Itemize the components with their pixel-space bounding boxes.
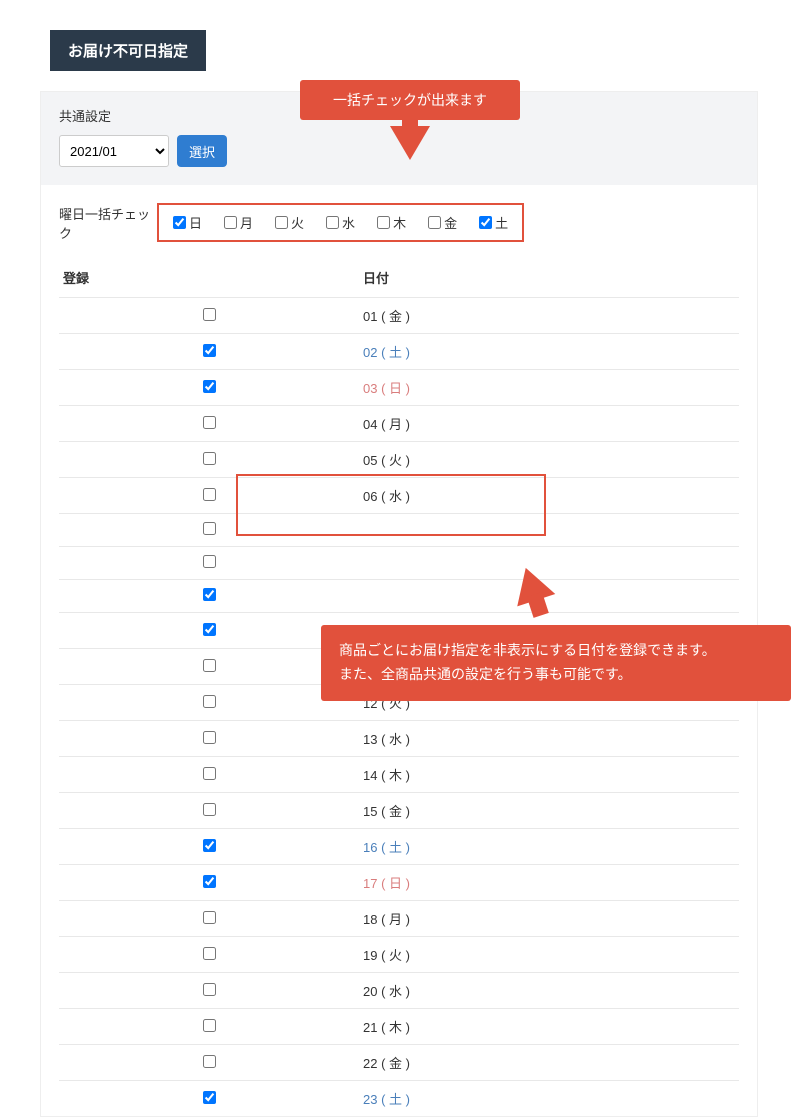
row-checkbox[interactable]	[203, 1091, 216, 1104]
row-date-label: 06 ( 水 )	[359, 478, 739, 514]
arrow-down-icon	[390, 126, 430, 160]
weekday-checkbox[interactable]	[428, 216, 441, 229]
row-date-label: 22 ( 金 )	[359, 1045, 739, 1081]
row-date-label: 04 ( 月 )	[359, 406, 739, 442]
row-date-label: 19 ( 火 )	[359, 937, 739, 973]
row-checkbox[interactable]	[203, 947, 216, 960]
table-row: 03 ( 日 )	[59, 370, 739, 406]
table-row: 14 ( 木 )	[59, 757, 739, 793]
row-checkbox[interactable]	[203, 731, 216, 744]
row-checkbox[interactable]	[203, 522, 216, 535]
row-checkbox[interactable]	[203, 308, 216, 321]
table-header-register: 登録	[59, 260, 359, 298]
row-date-label: 16 ( 土 )	[359, 829, 739, 865]
row-date-label: 03 ( 日 )	[359, 370, 739, 406]
table-row: 13 ( 水 )	[59, 721, 739, 757]
row-date-label: 15 ( 金 )	[359, 793, 739, 829]
callout-description-text: 商品ごとにお届け指定を非表示にする日付を登録できます。 また、全商品共通の設定を…	[321, 625, 791, 701]
row-checkbox[interactable]	[203, 839, 216, 852]
row-date-label: 23 ( 土 )	[359, 1081, 739, 1117]
row-date-label: 13 ( 水 )	[359, 721, 739, 757]
weekday-check-4[interactable]: 木	[377, 213, 406, 232]
table-row: 21 ( 木 )	[59, 1009, 739, 1045]
row-checkbox[interactable]	[203, 767, 216, 780]
table-row: 02 ( 土 )	[59, 334, 739, 370]
callout-description: 商品ごとにお届け指定を非表示にする日付を登録できます。 また、全商品共通の設定を…	[321, 625, 791, 701]
month-select[interactable]: 2021/01	[59, 135, 169, 167]
table-row: 16 ( 土 )	[59, 829, 739, 865]
weekday-batch-group: 日月火水木金土	[157, 203, 524, 242]
table-row: 23 ( 土 )	[59, 1081, 739, 1117]
row-date-label: 14 ( 木 )	[359, 757, 739, 793]
row-checkbox[interactable]	[203, 1019, 216, 1032]
page-title: お届け不可日指定	[50, 30, 206, 71]
row-checkbox[interactable]	[203, 911, 216, 924]
batch-check-label: 曜日一括チェック	[59, 204, 157, 242]
row-checkbox[interactable]	[203, 555, 216, 568]
table-row: 01 ( 金 )	[59, 298, 739, 334]
row-checkbox[interactable]	[203, 659, 216, 672]
select-button[interactable]: 選択	[177, 135, 227, 167]
row-checkbox[interactable]	[203, 983, 216, 996]
callout-batch: 一括チェックが出来ます	[300, 80, 520, 160]
weekday-checkbox[interactable]	[173, 216, 186, 229]
table-row	[59, 547, 739, 580]
weekday-check-5[interactable]: 金	[428, 213, 457, 232]
row-date-label: 01 ( 金 )	[359, 298, 739, 334]
table-row	[59, 580, 739, 613]
row-checkbox[interactable]	[203, 488, 216, 501]
table-row: 18 ( 月 )	[59, 901, 739, 937]
row-checkbox[interactable]	[203, 416, 216, 429]
weekday-checkbox[interactable]	[377, 216, 390, 229]
row-date-label: 20 ( 水 )	[359, 973, 739, 1009]
table-row: 19 ( 火 )	[59, 937, 739, 973]
weekday-checkbox[interactable]	[275, 216, 288, 229]
weekday-check-1[interactable]: 月	[224, 213, 253, 232]
weekday-check-6[interactable]: 土	[479, 213, 508, 232]
table-header-date: 日付	[359, 260, 739, 298]
row-checkbox[interactable]	[203, 695, 216, 708]
row-checkbox[interactable]	[203, 1055, 216, 1068]
weekday-check-0[interactable]: 日	[173, 213, 202, 232]
row-date-label: 17 ( 日 )	[359, 865, 739, 901]
row-date-label: 21 ( 木 )	[359, 1009, 739, 1045]
row-checkbox[interactable]	[203, 588, 216, 601]
settings-panel: 共通設定 2021/01 選択 曜日一括チェック 日月火水木金土 商品ごとにお届…	[40, 91, 758, 1117]
table-row: 04 ( 月 )	[59, 406, 739, 442]
weekday-checkbox[interactable]	[326, 216, 339, 229]
row-checkbox[interactable]	[203, 380, 216, 393]
table-row	[59, 514, 739, 547]
row-checkbox[interactable]	[203, 803, 216, 816]
row-date-label: 05 ( 火 )	[359, 442, 739, 478]
weekday-checkbox[interactable]	[479, 216, 492, 229]
table-row: 22 ( 金 )	[59, 1045, 739, 1081]
row-checkbox[interactable]	[203, 623, 216, 636]
row-checkbox[interactable]	[203, 452, 216, 465]
table-row: 05 ( 火 )	[59, 442, 739, 478]
table-row: 17 ( 日 )	[59, 865, 739, 901]
row-date-label: 18 ( 月 )	[359, 901, 739, 937]
row-date-label: 02 ( 土 )	[359, 334, 739, 370]
table-row: 15 ( 金 )	[59, 793, 739, 829]
table-row: 20 ( 水 )	[59, 973, 739, 1009]
row-date-label	[359, 514, 739, 547]
weekday-check-3[interactable]: 水	[326, 213, 355, 232]
row-checkbox[interactable]	[203, 875, 216, 888]
row-checkbox[interactable]	[203, 344, 216, 357]
weekday-checkbox[interactable]	[224, 216, 237, 229]
weekday-check-2[interactable]: 火	[275, 213, 304, 232]
table-row: 06 ( 水 )	[59, 478, 739, 514]
